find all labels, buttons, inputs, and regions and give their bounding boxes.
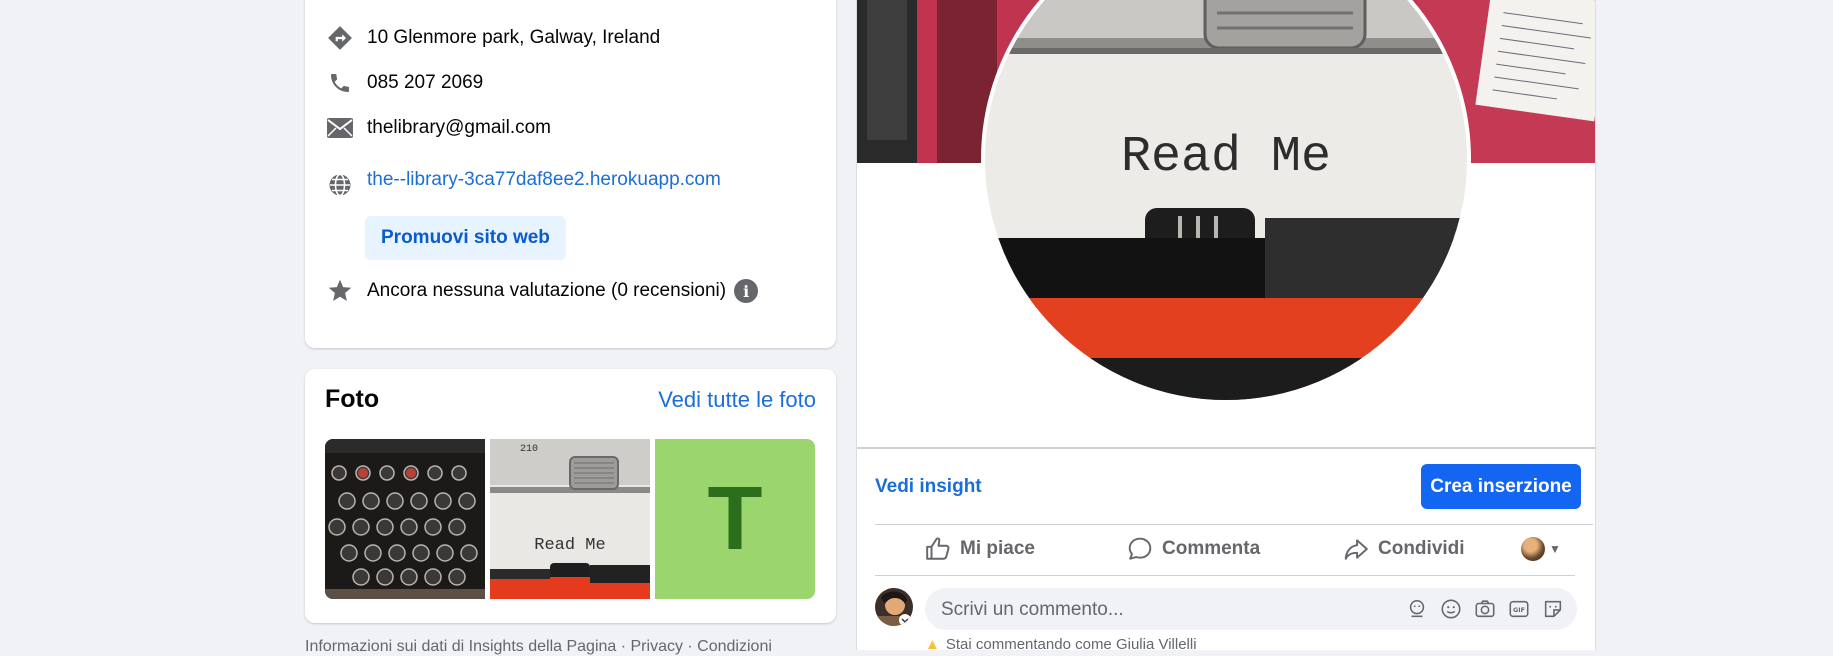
share-button[interactable]: Condividi	[1343, 534, 1465, 564]
comment-button[interactable]: Commenta	[1127, 534, 1260, 564]
share-arrow-icon	[1344, 539, 1368, 560]
info-card: 10 Glenmore park, Galway, Ireland 085 20…	[305, 0, 836, 348]
divider	[875, 524, 1593, 525]
page-header-panel: Read Me Vedi insight Crea inserzione Mi …	[856, 0, 1596, 653]
svg-text:GIF: GIF	[1513, 606, 1525, 614]
user-avatar-small	[1521, 537, 1545, 561]
website-link[interactable]: the--library-3ca77daf8ee2.herokuapp.com	[367, 169, 721, 191]
warning-icon: ▲	[925, 636, 940, 653]
avatar-sticker-icon[interactable]	[1405, 598, 1429, 620]
camera-icon[interactable]	[1473, 598, 1497, 620]
photo-thumb-read-me[interactable]: 210 Read Me	[490, 439, 650, 599]
rating-row: Ancora nessuna valutazione (0 recensioni…	[325, 276, 759, 306]
divider	[857, 447, 1595, 449]
promote-website-button[interactable]: Promuovi sito web	[365, 216, 566, 260]
profile-picture[interactable]: Read Me	[981, 0, 1471, 404]
rating-text: Ancora nessuna valutazione (0 recensioni…	[367, 280, 727, 301]
phone-row: 085 207 2069	[325, 68, 483, 98]
address-row: 10 Glenmore park, Galway, Ireland	[325, 23, 660, 53]
see-all-photos-link[interactable]: Vedi tutte le foto	[658, 387, 816, 413]
address-text: 10 Glenmore park, Galway, Ireland	[367, 27, 661, 48]
website-row: the--library-3ca77daf8ee2.herokuapp.com	[325, 160, 721, 200]
like-label: Mi piace	[960, 538, 1035, 559]
footer-links[interactable]: Informazioni sui dati di Insights della …	[305, 638, 772, 656]
divider	[875, 575, 1575, 576]
letter-avatar-text: T	[707, 468, 763, 569]
thumbs-up-icon	[926, 537, 950, 560]
email-text: thelibrary@gmail.com	[367, 117, 552, 138]
photos-title: Foto	[325, 385, 380, 413]
commenting-as-text: Stai commentando come Giulia Villelli	[945, 636, 1197, 653]
directions-icon	[325, 23, 355, 53]
star-icon	[325, 276, 355, 306]
svg-text:Read Me: Read Me	[534, 536, 605, 555]
mail-icon	[325, 113, 355, 143]
photo-thumb-letter[interactable]: T	[655, 439, 815, 599]
commenter-avatar[interactable]	[875, 588, 913, 626]
caret-down-icon: ▼	[1549, 542, 1561, 556]
share-label: Condividi	[1378, 538, 1465, 559]
comment-box: GIF	[925, 588, 1577, 632]
phone-text: 085 207 2069	[367, 72, 484, 93]
comment-label: Commenta	[1162, 538, 1261, 559]
emoji-icon[interactable]	[1439, 598, 1463, 620]
photos-card: Foto Vedi tutte le foto 210 Read Me T	[305, 369, 836, 623]
cover-read-me-text: Read Me	[1121, 129, 1331, 186]
photo-thumb-typewriter[interactable]	[325, 439, 485, 599]
info-circle-icon[interactable]: i	[734, 279, 759, 303]
gif-icon[interactable]: GIF	[1507, 598, 1531, 620]
view-insights-link[interactable]: Vedi insight	[875, 476, 982, 498]
like-button[interactable]: Mi piace	[925, 534, 1035, 564]
comment-input[interactable]	[939, 588, 1383, 632]
email-row: thelibrary@gmail.com	[325, 113, 551, 143]
globe-icon	[325, 170, 355, 200]
svg-text:210: 210	[520, 444, 538, 455]
phone-icon	[325, 68, 355, 98]
comment-bubble-icon	[1128, 537, 1152, 560]
create-ad-button[interactable]: Crea inserzione	[1421, 464, 1581, 509]
commenting-as-notice: ▲ Stai commentando come Giulia Villelli	[925, 636, 1197, 653]
sticker-icon[interactable]	[1541, 598, 1565, 620]
post-as-selector[interactable]: ▼	[1521, 534, 1561, 564]
